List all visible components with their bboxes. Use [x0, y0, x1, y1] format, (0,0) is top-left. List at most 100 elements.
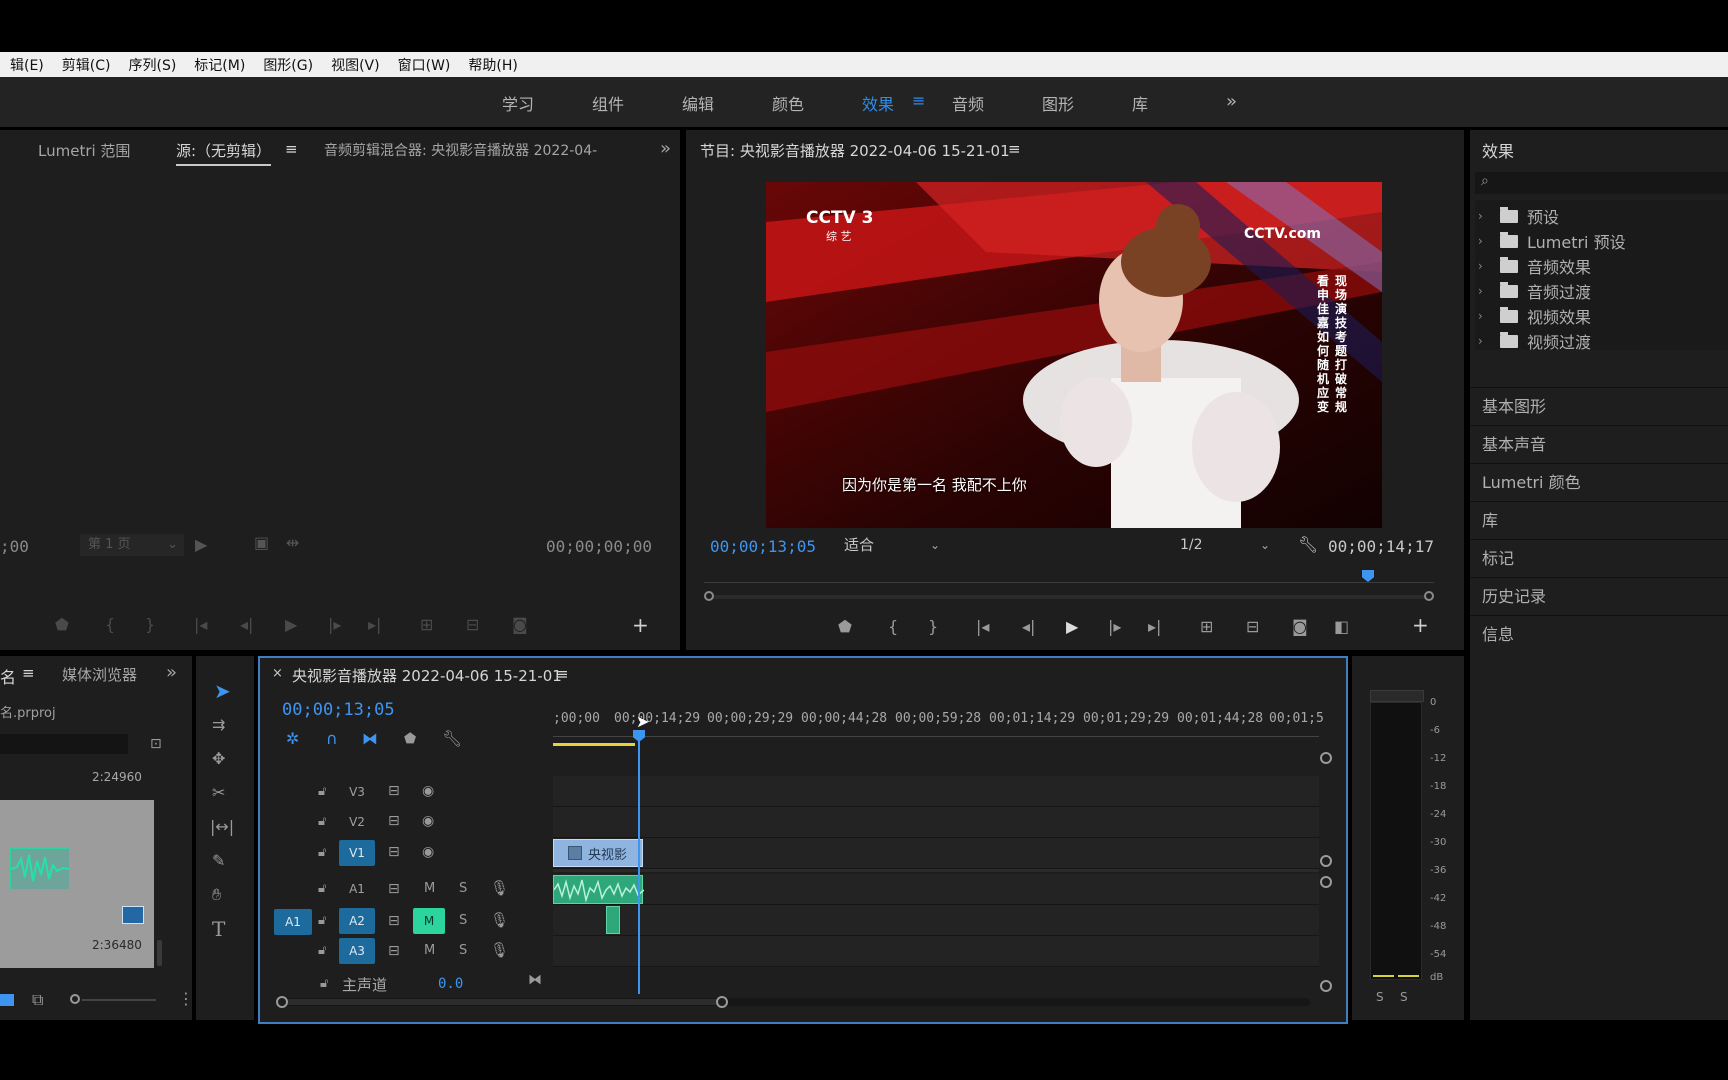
- panel-info[interactable]: 信息: [1470, 615, 1728, 652]
- settings-small-icon[interactable]: ⇹: [286, 534, 299, 552]
- step-forward-icon[interactable]: |▸: [1108, 618, 1121, 636]
- microphone-icon[interactable]: 🎙︎: [490, 941, 509, 959]
- marker-icon[interactable]: ⬟: [838, 618, 852, 636]
- workspace-color[interactable]: 颜色: [772, 91, 804, 115]
- audio-scroll-handle-top[interactable]: [1320, 876, 1332, 888]
- mark-in-icon[interactable]: {: [888, 618, 898, 636]
- tab-lumetri-scopes[interactable]: Lumetri 范围: [38, 140, 130, 161]
- mute-button[interactable]: M: [424, 942, 435, 960]
- video-audio-divider[interactable]: [553, 869, 1319, 872]
- lock-icon[interactable]: 🔓︎: [318, 783, 326, 801]
- sync-lock-icon[interactable]: ⊟: [388, 782, 400, 800]
- project-menu-icon[interactable]: ≡: [22, 664, 35, 682]
- more-options-icon[interactable]: ⋮: [178, 990, 194, 1008]
- mark-out-icon[interactable]: }: [928, 618, 938, 636]
- go-to-in-icon[interactable]: |◂: [194, 616, 207, 634]
- meter-solo-left[interactable]: S: [1376, 988, 1384, 1006]
- lock-icon[interactable]: 🔓︎: [318, 912, 326, 930]
- source-playhead-timecode[interactable]: ;00: [0, 537, 29, 556]
- project-search-input[interactable]: [0, 734, 128, 754]
- track-row-v1[interactable]: [553, 838, 1319, 869]
- video-clip[interactable]: 央视影: [553, 839, 643, 867]
- tab-project[interactable]: 名: [0, 664, 16, 688]
- workspace-audio[interactable]: 音频: [952, 91, 984, 115]
- panel-libraries[interactable]: 库: [1470, 501, 1728, 538]
- workspace-assembly[interactable]: 组件: [592, 91, 624, 115]
- tab-audio-clip-mixer[interactable]: 音频剪辑混合器: 央视影音播放器 2022-04-: [324, 140, 630, 160]
- timeline-title[interactable]: 央视影音播放器 2022-04-06 15-21-01: [292, 665, 562, 686]
- list-view-icon[interactable]: [0, 994, 14, 1006]
- zoom-handle-right[interactable]: [1424, 591, 1434, 601]
- go-to-in-icon[interactable]: |◂: [976, 618, 989, 636]
- close-icon[interactable]: ×: [272, 666, 283, 681]
- play-icon[interactable]: ▶: [285, 616, 297, 634]
- track-row-master[interactable]: [553, 967, 1319, 989]
- solo-button[interactable]: S: [459, 912, 467, 930]
- insert-icon[interactable]: ⊞: [420, 616, 433, 634]
- step-back-icon[interactable]: ◂|: [1022, 618, 1035, 636]
- zoom-handle-left[interactable]: [276, 996, 288, 1008]
- lift-icon[interactable]: ⊞: [1200, 618, 1213, 636]
- effects-search-input[interactable]: ⌕: [1475, 172, 1728, 194]
- add-marker-icon[interactable]: ⬟: [404, 730, 416, 748]
- workspace-effects[interactable]: 效果: [862, 91, 894, 115]
- tab-source[interactable]: 源:（无剪辑）: [176, 140, 272, 166]
- track-row-a2[interactable]: [553, 905, 1319, 936]
- panel-lumetri-color[interactable]: Lumetri 颜色: [1470, 463, 1728, 500]
- zoom-slider-handle[interactable]: [70, 994, 80, 1004]
- track-label-v1[interactable]: V1: [339, 840, 375, 866]
- clip-thumbnail[interactable]: 2:36480: [0, 800, 154, 968]
- tab-media-browser[interactable]: 媒体浏览器: [62, 664, 138, 685]
- program-menu-icon[interactable]: ≡: [1008, 140, 1021, 158]
- timeline-settings-icon[interactable]: 🔧︎: [442, 730, 462, 748]
- menu-view[interactable]: 视图(V): [331, 55, 380, 75]
- project-scrollbar[interactable]: [157, 940, 162, 966]
- workspace-editing[interactable]: 编辑: [682, 91, 714, 115]
- mark-out-icon[interactable]: }: [145, 616, 155, 634]
- track-label-a2[interactable]: A2: [339, 908, 375, 934]
- sync-lock-icon[interactable]: ⊟: [388, 942, 400, 960]
- lock-icon[interactable]: 🔓︎: [318, 813, 326, 831]
- resolution-dropdown[interactable]: 1/2 ⌄: [1176, 534, 1276, 556]
- slip-tool-icon[interactable]: |↔|: [210, 818, 234, 836]
- program-playhead[interactable]: [1362, 570, 1374, 582]
- zoom-slider-track[interactable]: [82, 999, 156, 1001]
- camera-icon[interactable]: ◙: [512, 616, 528, 634]
- icon-view-icon[interactable]: ⧉: [32, 991, 43, 1009]
- lock-icon[interactable]: 🔓︎: [318, 844, 326, 862]
- snap-icon[interactable]: ∩: [326, 730, 338, 748]
- program-title[interactable]: 节目: 央视影音播放器 2022-04-06 15-21-01: [700, 140, 1010, 161]
- nest-sequence-icon[interactable]: ✲: [286, 730, 299, 748]
- type-tool-icon[interactable]: T: [212, 919, 225, 939]
- zoom-handle-right[interactable]: [716, 996, 728, 1008]
- audio-clip-a1[interactable]: [553, 875, 645, 904]
- sync-lock-icon[interactable]: ⊟: [388, 880, 400, 898]
- effects-title[interactable]: 效果: [1482, 138, 1514, 162]
- effects-item-presets[interactable]: › 预设: [1478, 204, 1559, 228]
- menu-help[interactable]: 帮助(H): [468, 55, 517, 75]
- play-page-icon[interactable]: ▶: [195, 536, 207, 554]
- go-to-out-icon[interactable]: ⧓: [528, 971, 542, 989]
- effects-item-lumetri-presets[interactable]: › Lumetri 预设: [1478, 229, 1626, 253]
- project-overflow-icon[interactable]: »: [166, 662, 177, 683]
- lock-icon[interactable]: 🔓︎: [320, 975, 328, 993]
- hand-tool-icon[interactable]: ✋︎: [212, 886, 221, 904]
- work-area-bar[interactable]: [553, 743, 635, 746]
- workspace-graphics[interactable]: 图形: [1042, 91, 1074, 115]
- step-forward-icon[interactable]: |▸: [328, 616, 341, 634]
- menu-markers[interactable]: 标记(M): [194, 55, 245, 75]
- marker-icon[interactable]: ⬟: [55, 616, 69, 634]
- track-row-v2[interactable]: [553, 807, 1319, 838]
- mute-button[interactable]: M: [424, 880, 435, 898]
- solo-button[interactable]: S: [459, 942, 467, 960]
- track-label-v2[interactable]: V2: [339, 809, 375, 835]
- workspace-libraries[interactable]: 库: [1132, 91, 1148, 115]
- linked-selection-icon[interactable]: ⧓: [362, 730, 378, 748]
- menu-graphics[interactable]: 图形(G): [263, 55, 313, 75]
- program-ruler[interactable]: [704, 582, 1434, 583]
- track-row-a1[interactable]: [553, 874, 1319, 905]
- effects-item-video-effects[interactable]: › 视频效果: [1478, 304, 1591, 328]
- sync-lock-icon[interactable]: ⊟: [388, 812, 400, 830]
- pen-tool-icon[interactable]: ✎: [212, 852, 225, 870]
- sync-lock-icon[interactable]: ⊟: [388, 843, 400, 861]
